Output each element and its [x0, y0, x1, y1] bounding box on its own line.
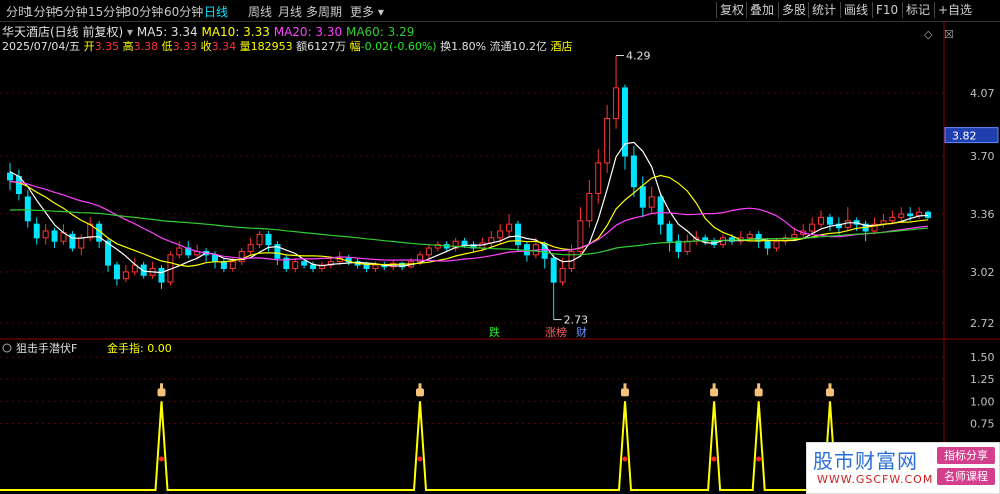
candle-body: [229, 261, 236, 269]
signal-dot: [756, 456, 762, 462]
candle-body: [310, 264, 317, 269]
candle-body: [826, 216, 833, 225]
price-tick-label: 3.70: [970, 150, 995, 163]
candle-body: [791, 233, 798, 239]
ma60-line: [9, 209, 929, 256]
event-marker-cai: 财: [576, 325, 587, 339]
candle-body: [764, 240, 771, 249]
current-price-label: 3.82: [952, 130, 977, 143]
candle-body: [122, 271, 129, 280]
indicator-toggle-icon: [2, 343, 12, 353]
candle-body: [613, 87, 620, 120]
candle-body: [220, 261, 227, 269]
candle-body: [818, 216, 825, 225]
candle-body: [372, 264, 379, 269]
candle-body: [630, 155, 637, 188]
signal-dot: [159, 456, 165, 462]
candle-body: [925, 211, 931, 218]
candle-body: [24, 196, 31, 222]
candle-body: [78, 237, 85, 249]
candle-body: [809, 223, 816, 232]
candle-body: [746, 233, 753, 239]
candle-body: [550, 257, 557, 283]
price-tick-label: 4.07: [970, 87, 995, 100]
candle-body: [639, 186, 646, 208]
candle-body: [33, 223, 40, 239]
candle-body: [559, 267, 566, 283]
candle-body: [755, 233, 762, 242]
candle-body: [176, 247, 183, 256]
event-marker-jia: 涨榜: [545, 325, 567, 339]
candle-body: [113, 264, 120, 280]
candle-body: [898, 213, 905, 218]
kline-chart: 4.07 3.70 3.36 3.02 2.72 3.82 4.29 2.73 跌 涨榜 财狙击手潜…: [0, 21, 1000, 494]
candle-body: [523, 244, 530, 256]
signal-dot: [711, 456, 717, 462]
candle-body: [889, 216, 896, 222]
signal-line: [0, 401, 944, 491]
price-tick-label: 2.72: [970, 317, 995, 330]
candle-body: [7, 172, 13, 181]
indicator-tick-label: 1.00: [970, 395, 995, 408]
indicator-name: 狙击手潜伏F: [16, 341, 77, 355]
pointing-hand-icon: [710, 383, 719, 397]
pointing-hand-icon: [415, 383, 424, 397]
ma20-line: [9, 180, 929, 262]
candle-body: [773, 240, 780, 249]
candle-body: [586, 193, 593, 222]
pointing-hand-icon: [754, 383, 763, 397]
candle-body: [363, 264, 370, 269]
candle-body: [292, 261, 299, 269]
candle-body: [844, 220, 851, 229]
pointing-hand-icon: [825, 383, 834, 397]
indicator-tick-label: 1.25: [970, 373, 995, 386]
candle-body: [684, 240, 691, 252]
price-tick-label: 3.36: [970, 208, 995, 221]
candle-body: [604, 118, 611, 164]
low-price-label: 2.73: [564, 314, 589, 327]
candle-body: [461, 240, 468, 246]
candle-body: [916, 211, 923, 217]
pointing-hand-icon: [620, 383, 629, 397]
candle-body: [657, 196, 664, 225]
high-price-label: 4.29: [626, 50, 651, 63]
candle-body: [256, 233, 263, 246]
signal-dot: [417, 456, 423, 462]
candle-body: [515, 223, 522, 246]
watermark-logo: 股市财富网 WWW.GSCFW.COM 指标分享 名师课程: [806, 442, 1000, 494]
candle-body: [907, 213, 914, 217]
event-marker-die: 跌: [489, 325, 500, 339]
candle-body: [247, 244, 254, 252]
candle-body: [211, 254, 218, 263]
candle-body: [666, 223, 673, 242]
pointing-hand-icon: [157, 383, 166, 397]
candle-body: [425, 247, 432, 256]
watermark-url: WWW.GSCFW.COM: [817, 473, 934, 486]
signal-dot: [622, 456, 628, 462]
indicator-tick-label: 0.75: [970, 418, 995, 431]
candle-body: [158, 267, 165, 283]
indicator-tick-label: 1.50: [970, 351, 995, 364]
price-tick-label: 3.02: [970, 266, 995, 279]
candle-body: [497, 230, 504, 239]
ma10-line: [9, 174, 929, 268]
candle-body: [265, 233, 272, 246]
candle-body: [51, 230, 58, 242]
candle-body: [595, 162, 602, 195]
candle-body: [506, 223, 513, 232]
watermark-tag-share: 指标分享: [937, 447, 995, 464]
candle-body: [301, 261, 308, 266]
candle-body: [42, 230, 49, 239]
watermark-brand: 股市财富网: [813, 449, 918, 473]
watermark-tag-course: 名师课程: [937, 468, 995, 485]
candle-body: [648, 196, 655, 208]
indicator-value: 金手指: 0.00: [107, 341, 172, 355]
